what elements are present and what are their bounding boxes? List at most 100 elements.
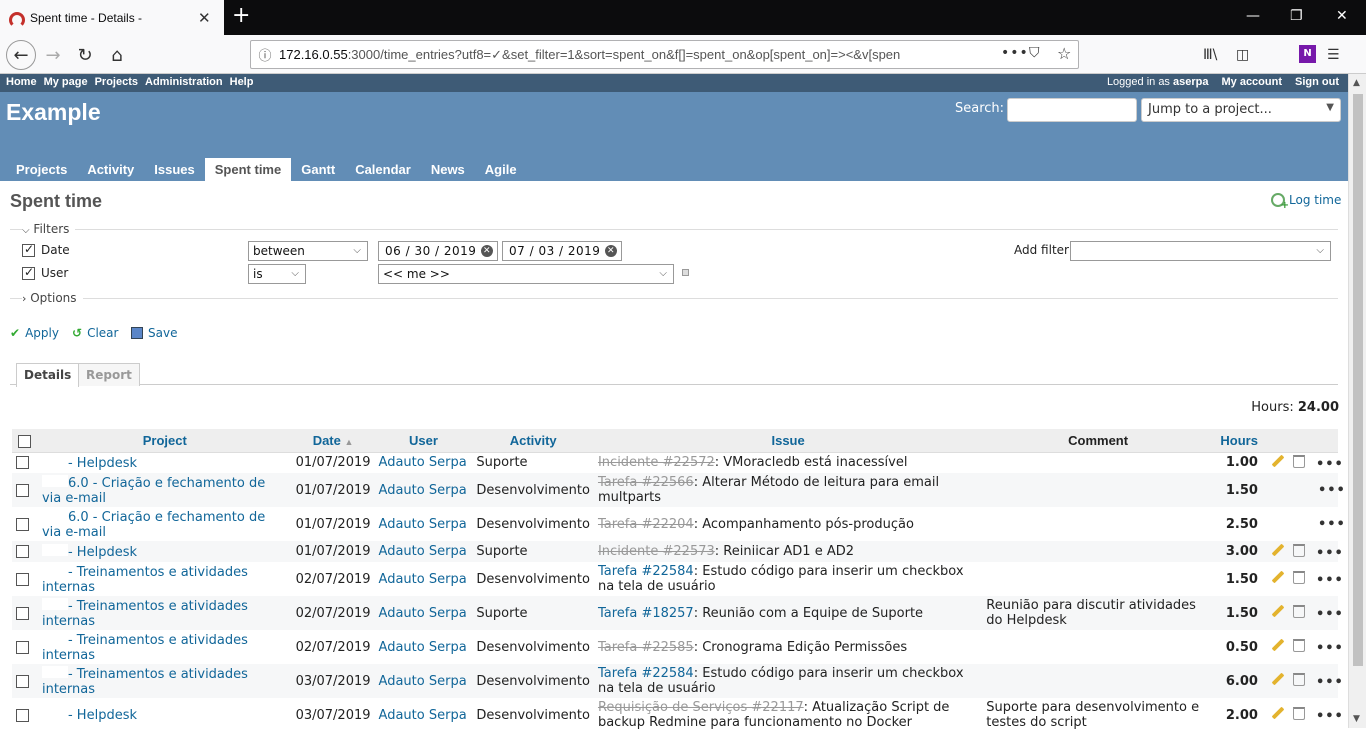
edit-pencil-icon[interactable] [1270,543,1284,557]
top-menu-home[interactable]: Home [6,76,37,88]
issue-link[interactable]: Tarefa #18257 [598,606,694,621]
issue-link[interactable]: Tarefa #22585 [598,640,694,655]
column-activity[interactable]: Activity [472,429,594,453]
edit-pencil-icon[interactable] [1270,638,1284,652]
project-link[interactable]: 6.0 - Criação e fechamento de via e-mail [42,510,265,540]
tab-spent-time[interactable]: Spent time [204,158,292,182]
project-link[interactable]: - Treinamentos e atividades internas [42,599,248,629]
issue-link[interactable]: Tarefa #22204 [598,517,694,532]
row-checkbox[interactable] [16,456,29,470]
sign-out-link[interactable]: Sign out [1295,76,1339,88]
more-actions-icon[interactable]: ••• [1318,517,1345,532]
project-link[interactable]: 6.0 - Criação e fechamento de via e-mail [42,476,265,506]
clear-button[interactable]: ↺ Clear [72,326,118,340]
column-hours[interactable]: Hours [1213,429,1262,453]
scroll-down-icon[interactable]: ▼ [1353,714,1360,724]
column-issue[interactable]: Issue [593,429,983,453]
table-row[interactable]: - Treinamentos e atividades internas 03/0… [12,664,1343,698]
table-row[interactable]: - Treinamentos e atividades internas 02/0… [12,596,1343,630]
issue-link[interactable]: Incidente #22572 [598,455,715,470]
page-scrollbar[interactable]: ▲ ▼ [1348,74,1366,728]
onenote-icon[interactable]: N [1299,45,1316,63]
forward-arrow-icon[interactable]: → [38,40,68,70]
issue-link[interactable]: Incidente #22573 [598,544,715,559]
delete-trash-icon[interactable] [1292,605,1305,618]
edit-pencil-icon[interactable] [1270,604,1284,618]
multiselect-toggle-icon[interactable] [682,269,689,276]
search-input[interactable] [1007,98,1137,122]
date-from-input[interactable]: 06 / 30 / 2019 ✕ [378,241,498,261]
tab-calendar[interactable]: Calendar [345,158,421,182]
apply-button[interactable]: ✔ Apply [10,326,59,340]
scroll-up-icon[interactable]: ▲ [1353,78,1360,88]
delete-trash-icon[interactable] [1292,454,1305,468]
row-checkbox[interactable] [16,640,29,654]
row-checkbox[interactable] [16,606,29,620]
back-arrow-icon[interactable]: ← [6,40,36,70]
edit-pencil-icon[interactable] [1270,672,1284,686]
table-row[interactable]: - Treinamentos e atividades internas 02/0… [12,562,1343,596]
user-link[interactable]: Adauto Serpa [379,640,467,655]
delete-trash-icon[interactable] [1292,571,1305,584]
log-time-link[interactable]: Log time [1271,193,1341,211]
scrollbar-thumb[interactable] [1353,94,1363,666]
filters-legend[interactable]: ⌵ Filters [22,222,76,236]
column-project[interactable]: Project [37,429,292,453]
clear-date-icon[interactable]: ✕ [605,245,617,257]
home-icon[interactable]: ⌂ [102,40,132,70]
more-actions-icon[interactable]: ••• [1316,546,1343,561]
more-actions-icon[interactable]: ••• [1316,457,1343,472]
project-link[interactable]: - Treinamentos e atividades internas [42,565,248,595]
select-all-checkbox[interactable] [18,434,32,448]
user-filter-checkbox[interactable] [22,265,35,280]
table-row[interactable]: - Helpdesk 01/07/2019 Adauto Serpa Suporte I… [12,452,1343,473]
row-checkbox[interactable] [16,545,29,558]
tab-issues[interactable]: Issues [144,158,204,182]
top-menu-administration[interactable]: Administration [145,76,223,88]
new-tab-icon[interactable]: + [232,3,250,28]
row-checkbox[interactable] [16,483,29,497]
date-operator-select[interactable]: between ⌵ [248,241,368,261]
clear-date-icon[interactable]: ✕ [481,245,493,257]
tab-news[interactable]: News [421,158,475,182]
user-link[interactable]: Adauto Serpa [379,572,467,587]
table-row[interactable]: - Helpdesk 01/07/2019 Adauto Serpa Suporte I… [12,541,1343,562]
pocket-icon[interactable]: ⛉ [1029,45,1040,61]
url-text[interactable]: 172.16.0.55:3000/time_entries?utf8=✓&set… [279,47,999,63]
filter-date[interactable]: Date [22,242,70,257]
top-menu-my-page[interactable]: My page [44,76,88,88]
tab-gantt[interactable]: Gantt [291,158,345,182]
user-value-select[interactable]: << me >> ⌵ [378,264,674,284]
issue-link[interactable]: Tarefa #22584 [598,564,694,579]
user-link[interactable]: Adauto Serpa [379,606,467,621]
user-link[interactable]: Adauto Serpa [379,517,467,532]
library-icon[interactable]: Ⅲ\ [1203,47,1217,63]
window-close-icon[interactable]: ✕ [1336,8,1348,24]
row-checkbox[interactable] [16,674,29,688]
delete-trash-icon[interactable] [1292,707,1305,720]
more-actions-icon[interactable]: ••• [1316,709,1343,724]
date-filter-checkbox[interactable] [22,242,35,257]
project-link[interactable]: - Helpdesk [68,456,137,471]
tab-agile[interactable]: Agile [475,158,527,182]
delete-trash-icon[interactable] [1292,543,1305,557]
restore-icon[interactable]: ❐ [1290,8,1303,24]
table-row[interactable]: - Treinamentos e atividades internas 02/0… [12,630,1343,664]
url-bar[interactable]: ⓘ 172.16.0.55:3000/time_entries?utf8=✓&s… [250,40,1079,69]
column-user[interactable]: User [374,429,473,453]
more-actions-icon[interactable]: ••• [1318,483,1345,498]
project-link[interactable]: - Treinamentos e atividades internas [42,633,248,663]
row-checkbox[interactable] [16,572,29,586]
jump-to-project-select[interactable]: Jump to a project... ▼ [1141,98,1341,122]
row-checkbox[interactable] [16,517,29,531]
delete-trash-icon[interactable] [1292,673,1305,686]
top-menu-projects[interactable]: Projects [95,76,138,88]
reload-icon[interactable]: ↻ [70,40,100,70]
save-button[interactable]: Save [131,326,177,340]
date-to-input[interactable]: 07 / 03 / 2019 ✕ [502,241,622,261]
table-row[interactable]: 6.0 - Criação e fechamento de via e-mail… [12,473,1345,507]
more-actions-icon[interactable]: ••• [1316,607,1343,622]
project-link[interactable]: - Helpdesk [68,545,137,560]
user-link[interactable]: Adauto Serpa [379,674,467,689]
sidebar-icon[interactable]: ◫ [1236,47,1249,63]
